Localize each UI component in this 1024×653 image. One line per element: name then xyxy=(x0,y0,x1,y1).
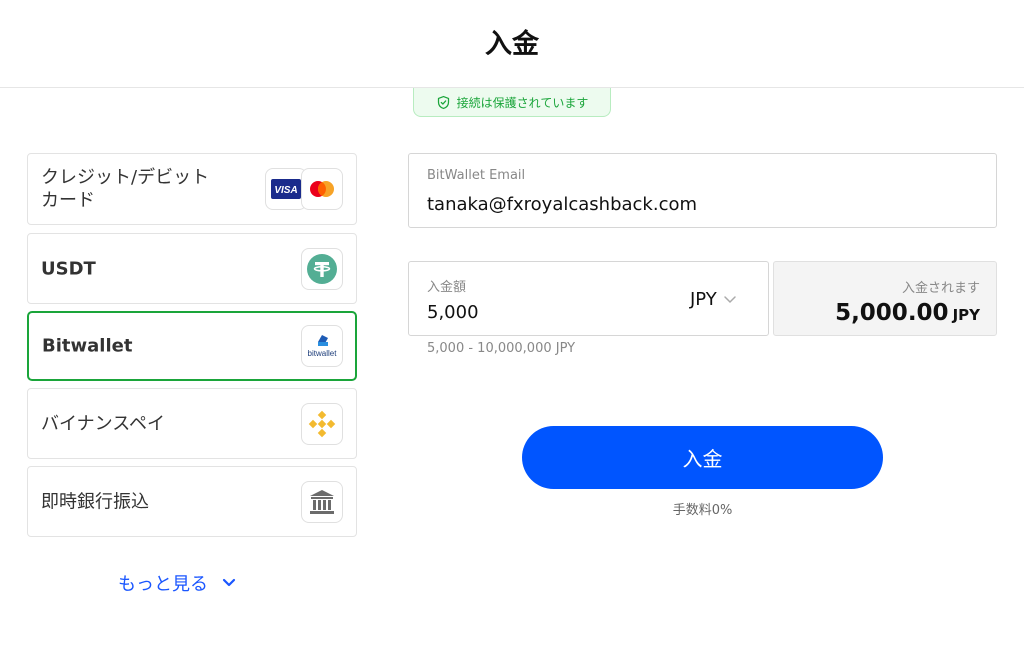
email-field[interactable]: BitWallet Email xyxy=(408,153,997,228)
received-label: 入金されます xyxy=(901,281,980,296)
method-label: Bitwallet xyxy=(42,335,133,357)
svg-text:bitwallet: bitwallet xyxy=(308,349,338,358)
show-more-label: もっと見る xyxy=(118,574,208,595)
tether-icon xyxy=(301,247,343,290)
fee-note: 手数料0% xyxy=(672,503,733,518)
method-bank-transfer[interactable]: 即時銀行振込 xyxy=(27,466,357,537)
bank-icon xyxy=(301,480,343,523)
received-currency: JPY xyxy=(952,306,980,324)
chevron-down-icon xyxy=(724,296,736,304)
chevron-down-icon xyxy=(222,578,236,587)
method-label: クレジット/デビットカード xyxy=(41,167,210,211)
amount-field-label: 入金額 xyxy=(427,280,467,295)
page-title: 入金 xyxy=(485,29,539,60)
deposit-button[interactable]: 入金 xyxy=(522,426,883,489)
method-label: USDT xyxy=(41,258,96,279)
amount-input[interactable] xyxy=(427,302,627,323)
method-binance-pay[interactable]: バイナンスペイ xyxy=(27,388,357,459)
show-more-link[interactable]: もっと見る xyxy=(118,570,236,596)
amount-range-hint: 5,000 - 10,000,000 JPY xyxy=(427,341,576,356)
received-amount-box: 入金されます 5,000.00 JPY xyxy=(773,261,997,336)
svg-text:VISA: VISA xyxy=(274,185,297,196)
binance-icon xyxy=(301,402,343,445)
received-amount: 5,000.00 JPY xyxy=(835,300,980,326)
email-field-label: BitWallet Email xyxy=(427,168,526,183)
secure-connection-badge: 接続は保護されています xyxy=(413,88,611,117)
method-label: バイナンスペイ xyxy=(41,413,166,434)
method-usdt[interactable]: USDT xyxy=(27,233,357,304)
mastercard-icon xyxy=(301,168,343,210)
currency-value: JPY xyxy=(690,289,717,310)
email-input[interactable] xyxy=(427,194,967,215)
method-credit-card[interactable]: クレジット/デビットカード VISA xyxy=(27,153,357,225)
secure-badge-text: 接続は保護されています xyxy=(456,95,589,110)
currency-select[interactable]: JPY xyxy=(690,289,737,310)
method-bitwallet[interactable]: Bitwallet bitwallet xyxy=(27,311,357,381)
method-label: 即時銀行振込 xyxy=(41,491,149,512)
bitwallet-icon: bitwallet xyxy=(301,325,343,367)
received-value: 5,000.00 xyxy=(835,300,949,326)
page-header: 入金 xyxy=(0,0,1024,88)
shield-check-icon xyxy=(437,95,449,109)
